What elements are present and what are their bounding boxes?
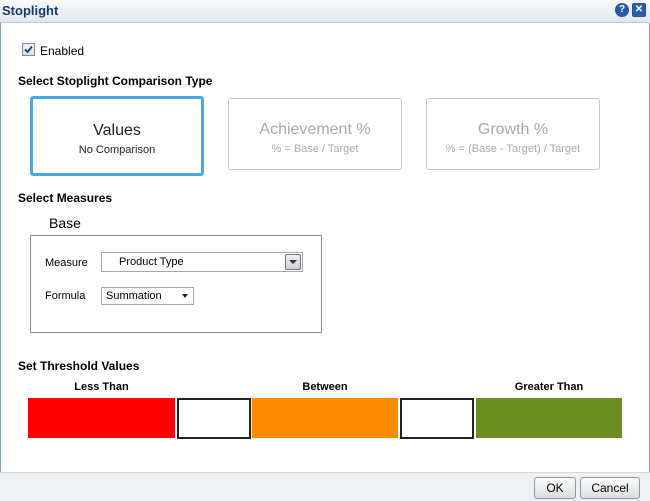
chevron-down-icon[interactable] [285, 254, 301, 270]
help-icon[interactable]: ? [615, 3, 629, 17]
less-than-color-swatch[interactable] [28, 398, 175, 438]
option-subtitle: No Comparison [78, 144, 156, 156]
comparison-option-achievement[interactable]: Achievement % % = Base / Target [228, 98, 402, 170]
formula-select[interactable]: Summation [101, 287, 194, 305]
measure-label: Measure [45, 257, 88, 269]
title-bar: Stoplight ? ✕ [0, 0, 650, 23]
check-icon [24, 45, 33, 54]
option-title: Growth % [477, 121, 549, 138]
comparison-option-growth[interactable]: Growth % % = (Base - Target) / Target [426, 98, 600, 170]
option-title: Achievement % [259, 121, 371, 138]
between-color-swatch[interactable] [252, 398, 398, 438]
upper-threshold-input[interactable] [400, 398, 474, 439]
less-than-label: Less Than [74, 381, 129, 393]
option-subtitle: % = Base / Target [271, 143, 359, 155]
measure-select[interactable]: Product Type [101, 252, 303, 272]
base-label: Base [49, 215, 81, 231]
greater-than-color-swatch[interactable] [476, 398, 622, 438]
enabled-checkbox[interactable] [22, 43, 35, 56]
option-title: Values [93, 122, 141, 139]
threshold-heading: Set Threshold Values [18, 359, 140, 373]
between-label: Between [302, 381, 348, 393]
lower-threshold-input[interactable] [177, 398, 251, 439]
greater-than-label: Greater Than [514, 381, 584, 393]
option-subtitle: % = (Base - Target) / Target [445, 143, 581, 155]
ok-button[interactable]: OK [534, 477, 576, 499]
chevron-down-icon [182, 294, 188, 298]
dialog-title: Stoplight [2, 3, 59, 18]
enabled-label: Enabled [40, 44, 85, 58]
comparison-option-values[interactable]: Values No Comparison [30, 96, 204, 176]
measure-value: Product Type [119, 256, 184, 268]
close-icon[interactable]: ✕ [632, 3, 646, 17]
formula-label: Formula [45, 290, 86, 302]
formula-value: Summation [106, 290, 162, 302]
comparison-type-heading: Select Stoplight Comparison Type [18, 74, 213, 88]
select-measures-heading: Select Measures [18, 191, 113, 205]
cancel-button[interactable]: Cancel [580, 477, 640, 499]
base-measure-panel: Measure Product Type Formula Summation [30, 235, 322, 333]
